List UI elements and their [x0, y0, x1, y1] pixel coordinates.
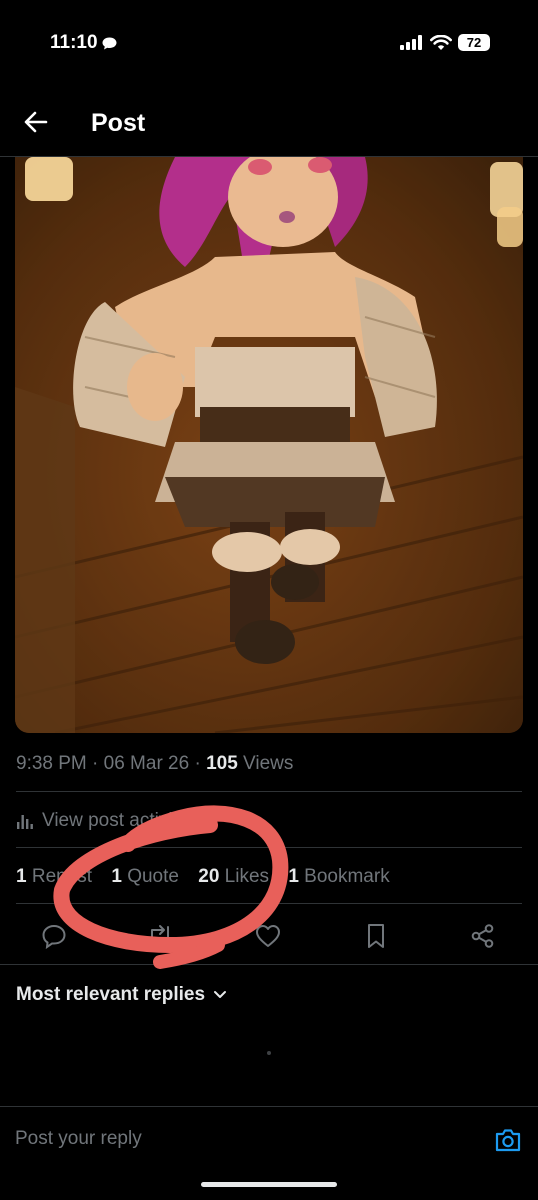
- avatar-figure-image: [15, 157, 523, 733]
- reposts-label: Repost: [31, 866, 93, 887]
- bookmarks-count: 1: [288, 866, 299, 887]
- like-button[interactable]: [248, 916, 288, 956]
- repost-button[interactable]: [140, 916, 180, 956]
- chevron-down-icon: [214, 991, 227, 998]
- chat-bubble-icon: [102, 37, 117, 50]
- reply-button[interactable]: [34, 916, 74, 956]
- view-post-activity-link[interactable]: View post activity: [16, 810, 187, 832]
- wifi-icon: [430, 34, 452, 50]
- action-bar: [0, 916, 538, 956]
- share-icon: [471, 924, 494, 948]
- page-title: Post: [91, 109, 146, 137]
- share-button[interactable]: [463, 916, 503, 956]
- likes-stat[interactable]: 20 Likes: [198, 866, 269, 887]
- reposts-count: 1: [16, 866, 27, 887]
- likes-label: Likes: [224, 866, 270, 887]
- bookmarks-label: Bookmark: [304, 866, 390, 887]
- composer-divider: [0, 1106, 538, 1107]
- views-label: Views: [237, 753, 294, 774]
- post-timestamp: 9:38 PM · 06 Mar 26 ·: [16, 753, 207, 774]
- reply-input[interactable]: Post your reply: [15, 1128, 142, 1150]
- quotes-count: 1: [111, 866, 122, 887]
- repost-icon: [151, 925, 169, 947]
- bar-chart-icon: [17, 815, 33, 829]
- reply-icon: [42, 924, 66, 949]
- bookmark-icon: [368, 924, 384, 948]
- post-image[interactable]: [15, 157, 523, 733]
- status-indicators: 72: [400, 34, 490, 51]
- divider: [16, 791, 522, 792]
- status-time: 11:10: [50, 32, 98, 53]
- bookmark-button[interactable]: [356, 916, 396, 956]
- post-meta: 9:38 PM · 06 Mar 26 · 105 Views: [16, 753, 293, 775]
- quotes-label: Quote: [127, 866, 179, 887]
- engagement-stats: 1 Repost 1 Quote 20 Likes 1 Bookmark: [16, 866, 404, 888]
- quotes-stat[interactable]: 1 Quote: [111, 866, 179, 887]
- back-arrow-icon[interactable]: [22, 108, 50, 136]
- camera-icon[interactable]: [494, 1126, 522, 1154]
- divider: [16, 847, 522, 848]
- battery-icon: 72: [458, 34, 490, 51]
- loading-indicator: [267, 1051, 271, 1055]
- replies-sort-label: Most relevant replies: [16, 984, 206, 1005]
- divider: [16, 903, 522, 904]
- heart-icon: [256, 925, 280, 947]
- replies-sort-dropdown[interactable]: Most relevant replies: [16, 984, 227, 1006]
- bookmarks-stat[interactable]: 1 Bookmark: [288, 866, 389, 887]
- likes-count: 20: [198, 866, 220, 887]
- reposts-stat[interactable]: 1 Repost: [16, 866, 92, 887]
- views-count: 105: [206, 753, 238, 774]
- battery-level: 72: [466, 35, 482, 50]
- signal-icon: [400, 35, 422, 50]
- view-post-activity-label: View post activity: [42, 810, 188, 831]
- divider: [0, 964, 538, 965]
- home-indicator: [201, 1182, 337, 1187]
